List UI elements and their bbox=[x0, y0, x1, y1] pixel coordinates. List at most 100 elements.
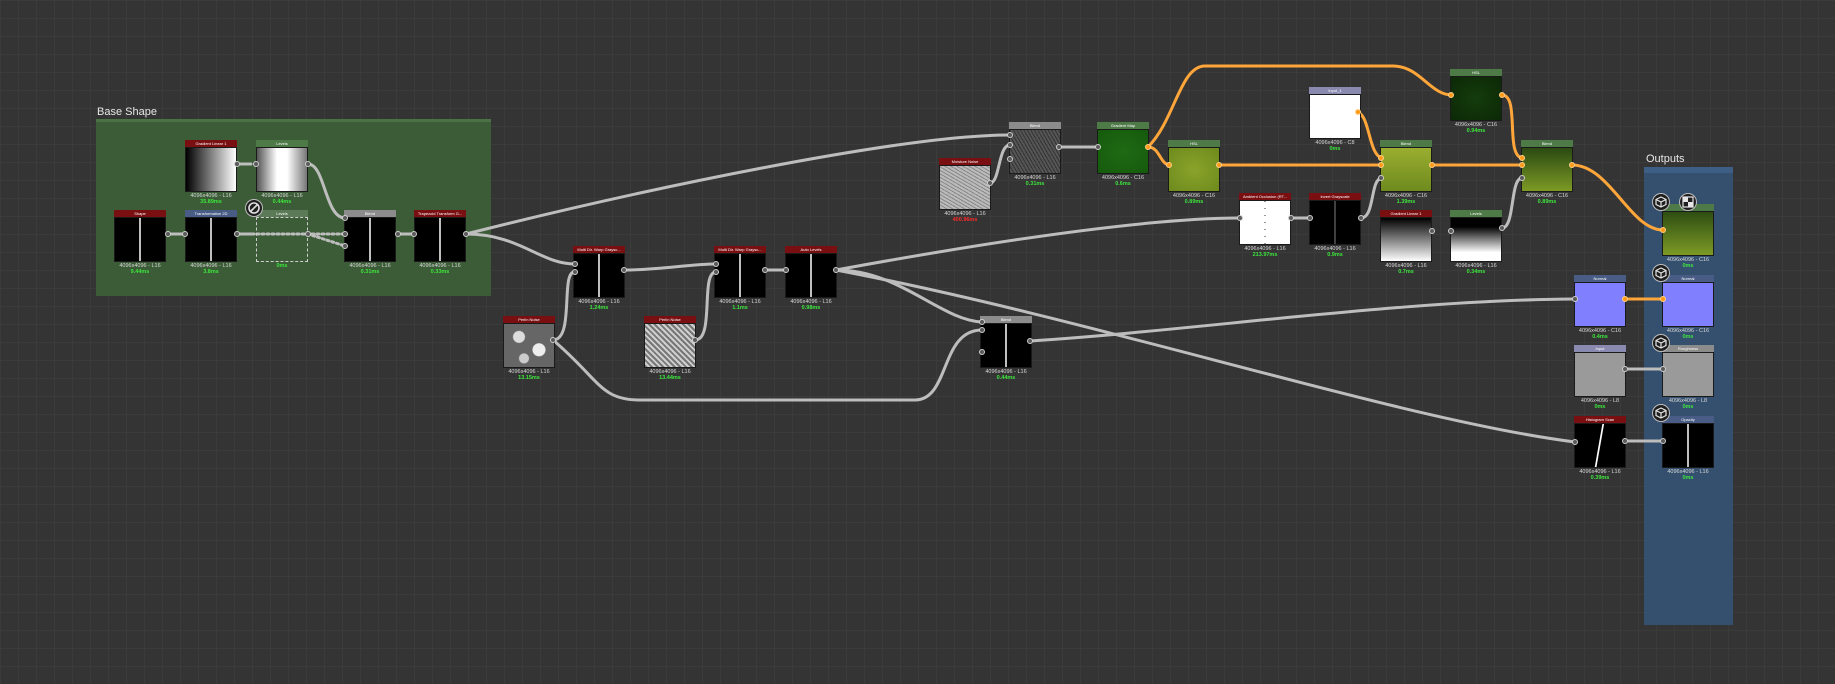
cube-icon[interactable] bbox=[1652, 193, 1670, 211]
port[interactable] bbox=[1378, 155, 1384, 161]
node-histogram-scan[interactable]: Histogram Scan 4096x4096 - L16 0.39ms bbox=[1574, 416, 1626, 481]
port[interactable] bbox=[411, 231, 417, 237]
port[interactable] bbox=[1007, 142, 1013, 148]
node-auto-levels[interactable]: Auto Levels 4096x4096 - L16 0.98ms bbox=[785, 246, 837, 311]
node-levels-right[interactable]: Levels 4096x4096 - L16 0.34ms bbox=[1450, 210, 1502, 275]
node-invert-grayscale[interactable]: Invert Grayscale 4096x4096 - L16 0.9ms bbox=[1309, 193, 1361, 258]
output-normal[interactable]: Normal 4096x4096 - C16 0ms bbox=[1662, 275, 1714, 340]
port[interactable] bbox=[1095, 144, 1101, 150]
port[interactable] bbox=[395, 231, 401, 237]
port[interactable] bbox=[979, 319, 985, 325]
port[interactable] bbox=[342, 231, 348, 237]
node-hsl-1[interactable]: HSL 4096x4096 - C16 0.89ms bbox=[1168, 140, 1220, 205]
port[interactable] bbox=[234, 231, 240, 237]
port[interactable] bbox=[1166, 162, 1172, 168]
port[interactable] bbox=[833, 267, 839, 273]
port[interactable] bbox=[1660, 296, 1666, 302]
port[interactable] bbox=[342, 215, 348, 221]
port[interactable] bbox=[979, 349, 985, 355]
port[interactable] bbox=[1378, 175, 1384, 181]
port[interactable] bbox=[762, 267, 768, 273]
node-gradient-linear-right[interactable]: Gradient Linear 1 4096x4096 - L16 0.7ms bbox=[1380, 210, 1432, 275]
node-hsl-2[interactable]: HSL 4096x4096 - C16 0.94ms bbox=[1450, 69, 1502, 134]
node-transformation-2d[interactable]: Transformation 2D 4096x4096 - L16 3.8ms bbox=[185, 210, 237, 275]
port[interactable] bbox=[1660, 438, 1666, 444]
port[interactable] bbox=[305, 231, 311, 237]
port[interactable] bbox=[342, 243, 348, 249]
port[interactable] bbox=[1007, 156, 1013, 162]
port[interactable] bbox=[1448, 92, 1454, 98]
cube-icon[interactable] bbox=[1652, 334, 1670, 352]
node-blend-base[interactable]: Blend 4096x4096 - L16 0.31ms bbox=[344, 210, 396, 275]
port[interactable] bbox=[1145, 144, 1151, 150]
port[interactable] bbox=[1216, 162, 1222, 168]
output-opacity[interactable]: Opacity 4096x4096 - L16 0ms bbox=[1662, 416, 1714, 481]
port[interactable] bbox=[1056, 144, 1062, 150]
port[interactable] bbox=[1307, 215, 1313, 221]
port[interactable] bbox=[1027, 338, 1033, 344]
linked-icon[interactable] bbox=[1679, 193, 1697, 211]
port[interactable] bbox=[979, 327, 985, 333]
port[interactable] bbox=[1429, 228, 1435, 234]
port[interactable] bbox=[1569, 162, 1575, 168]
port[interactable] bbox=[987, 180, 993, 186]
port[interactable] bbox=[234, 161, 240, 167]
port[interactable] bbox=[1519, 175, 1525, 181]
port[interactable] bbox=[182, 231, 188, 237]
port[interactable] bbox=[1660, 227, 1666, 233]
port[interactable] bbox=[1288, 215, 1294, 221]
port[interactable] bbox=[621, 267, 627, 273]
port[interactable] bbox=[165, 231, 171, 237]
node-blend-color-2[interactable]: Blend 4096x4096 - C16 0.89ms bbox=[1521, 140, 1573, 205]
node-input-1[interactable]: Input_1 4096x4096 - C8 0ms bbox=[1309, 87, 1361, 152]
port[interactable] bbox=[1622, 296, 1628, 302]
node-ambient-occlusion[interactable]: Ambient Occlusion (RT... 4096x4096 - L16… bbox=[1239, 193, 1291, 258]
node-levels-disabled[interactable]: Levels 0ms bbox=[256, 210, 308, 269]
node-blend-color-1[interactable]: Blend 4096x4096 - C16 1.39ms bbox=[1380, 140, 1432, 205]
node-blend-mid[interactable]: Blend 4096x4096 - L16 0.44ms bbox=[980, 316, 1032, 381]
port[interactable] bbox=[713, 261, 719, 267]
port[interactable] bbox=[1237, 215, 1243, 221]
port[interactable] bbox=[1499, 92, 1505, 98]
port[interactable] bbox=[1622, 366, 1628, 372]
output-basecolor[interactable]: 4096x4096 - C16 0ms bbox=[1662, 204, 1714, 269]
port[interactable] bbox=[1358, 215, 1364, 221]
node-multi-dir-warp-1[interactable]: Multi Dir. Warp Graysc... 4096x4096 - L1… bbox=[573, 246, 625, 311]
port[interactable] bbox=[783, 267, 789, 273]
node-moisture-noise[interactable]: Moisture Noise 4096x4096 - L16 400.96ms bbox=[939, 158, 991, 223]
node-perlin-noise-2[interactable]: Perlin Noise 4096x4096 - L16 13.44ms bbox=[644, 316, 696, 381]
disabled-icon[interactable] bbox=[245, 199, 263, 217]
port[interactable] bbox=[1378, 162, 1384, 168]
port[interactable] bbox=[713, 269, 719, 275]
node-perlin-noise-1[interactable]: Perlin Noise 4096x4096 - L16 13.15ms bbox=[503, 316, 555, 381]
cube-icon[interactable] bbox=[1652, 404, 1670, 422]
port[interactable] bbox=[1429, 162, 1435, 168]
node-multi-dir-warp-2[interactable]: Multi Dir. Warp Graysc... 4096x4096 - L1… bbox=[714, 246, 766, 311]
node-normal-in[interactable]: Normal 4096x4096 - C16 0.4ms bbox=[1574, 275, 1626, 340]
port[interactable] bbox=[1660, 366, 1666, 372]
node-levels-top[interactable]: Levels 4096x4096 - L16 0.44ms bbox=[256, 140, 308, 205]
port[interactable] bbox=[305, 161, 311, 167]
node-blend-top[interactable]: Blend 4096x4096 - L16 0.31ms bbox=[1009, 122, 1061, 187]
port[interactable] bbox=[1622, 438, 1628, 444]
node-input-2[interactable]: Input 4096x4096 - L8 0ms bbox=[1574, 345, 1626, 410]
port[interactable] bbox=[572, 269, 578, 275]
output-roughness[interactable]: Roughness 4096x4096 - L8 0ms bbox=[1662, 345, 1714, 410]
port[interactable] bbox=[1519, 162, 1525, 168]
port[interactable] bbox=[1355, 109, 1361, 115]
port[interactable] bbox=[1572, 439, 1578, 445]
cube-icon[interactable] bbox=[1652, 264, 1670, 282]
port[interactable] bbox=[1519, 155, 1525, 161]
port[interactable] bbox=[572, 261, 578, 267]
port[interactable] bbox=[253, 161, 259, 167]
port[interactable] bbox=[1448, 228, 1454, 234]
node-gradient-map[interactable]: Gradient Map 4096x4096 - C16 0.6ms bbox=[1097, 122, 1149, 187]
port[interactable] bbox=[463, 231, 469, 237]
node-gradient-linear-top[interactable]: Gradient Linear 1 4096x4096 - L16 35.89m… bbox=[185, 140, 237, 205]
node-shape[interactable]: Shape 4096x4096 - L16 9.44ms bbox=[114, 210, 166, 275]
node-trapezoid-transform[interactable]: Trapezoid Transform G... 4096x4096 - L16… bbox=[414, 210, 466, 275]
port[interactable] bbox=[1499, 225, 1505, 231]
port[interactable] bbox=[1572, 296, 1578, 302]
port[interactable] bbox=[1007, 132, 1013, 138]
port[interactable] bbox=[692, 337, 698, 343]
